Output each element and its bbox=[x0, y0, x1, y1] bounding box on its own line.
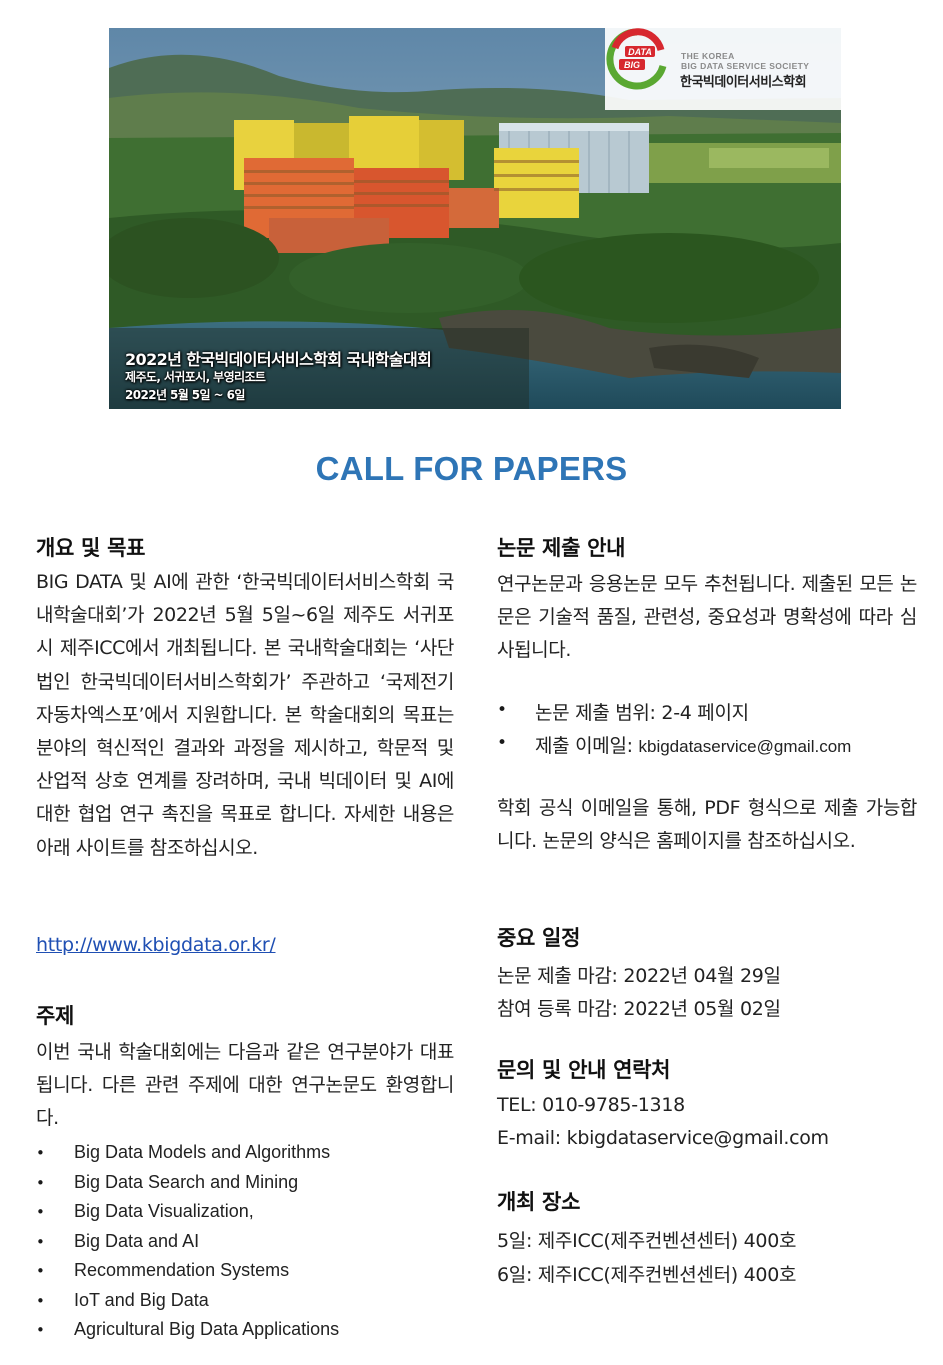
bullet-icon: • bbox=[36, 1173, 45, 1192]
overview-body: BIG DATA 및 AI에 관한 ‘한국빅데이터서비스학회 국내학술대회’가 … bbox=[36, 571, 454, 859]
topic-text: Big Data Search and Mining bbox=[74, 1171, 299, 1192]
list-item: • 논문 제출 범위: 2-4 페이지 bbox=[497, 700, 917, 733]
logo-mark-top-text: DATA bbox=[628, 47, 652, 57]
bullet-icon: • bbox=[36, 1203, 45, 1221]
topic-text: Agricultural Big Data Applications bbox=[74, 1319, 340, 1339]
overview-heading: 개요 및 목표 bbox=[36, 536, 146, 560]
list-item: • Recommendation Systems bbox=[36, 1260, 454, 1290]
page-title: CALL FOR PAPERS bbox=[315, 450, 628, 487]
submission-email-text: 제출 이메일: kbigdataservice@gmail.com bbox=[535, 731, 851, 758]
list-item: • Big Data Visualization, bbox=[36, 1201, 454, 1231]
logo-english-line1: THE KOREA bbox=[681, 51, 735, 61]
list-item: • 제출 이메일: kbigdataservice@gmail.com bbox=[497, 733, 917, 766]
logo-mark-bottom-text: BIG bbox=[624, 60, 640, 70]
deadline-paper: 논문 제출 마감: 2022년 04월 29일 bbox=[497, 965, 781, 987]
bullet-icon: • bbox=[36, 1321, 45, 1339]
submission-body-2: 학회 공식 이메일을 통해, PDF 형식으로 제출 가능합니다. 논문의 양식… bbox=[497, 797, 917, 853]
submission-email: kbigdataservice@gmail.com bbox=[638, 737, 852, 756]
deadline-registration: 참여 등록 마감: 2022년 05월 02일 bbox=[497, 998, 781, 1020]
list-item: • Big Data Search and Mining bbox=[36, 1172, 454, 1202]
hero-caption-date: 2022년 5월 5일 ~ 6일 bbox=[125, 388, 245, 402]
bullet-icon: • bbox=[36, 1262, 45, 1280]
contact-tel: TEL: 010-9785-1318 bbox=[497, 1094, 685, 1116]
bullet-icon: • bbox=[36, 1291, 45, 1310]
hero-caption-title: 2022년 한국빅데이터서비스학회 국내학술대회 bbox=[125, 350, 432, 369]
website-link[interactable]: http://www.kbigdata.or.kr/ bbox=[36, 934, 276, 956]
list-item: • Big Data and AI bbox=[36, 1231, 454, 1261]
hero-banner: DATA BIG THE KOREA BIG DATA SERVICE SOCI… bbox=[109, 28, 841, 409]
hero-caption-location: 제주도, 서귀포시, 부영리조트 bbox=[125, 370, 266, 384]
contact-heading: 문의 및 안내 연락처 bbox=[497, 1058, 671, 1082]
topics-list: • Big Data Models and Algorithms • Big Dat… bbox=[36, 1142, 454, 1349]
list-item: • Big Data Models and Algorithms bbox=[36, 1142, 454, 1172]
venue-day6: 6일: 제주ICC(제주컨벤션센터) 400호 bbox=[497, 1264, 797, 1286]
submission-email-label: 제출 이메일: bbox=[535, 735, 639, 757]
society-logo: DATA BIG THE KOREA BIG DATA SERVICE SOCI… bbox=[605, 28, 841, 110]
list-item: • Agricultural Big Data Applications bbox=[36, 1319, 454, 1349]
big-data-logo-icon: DATA BIG bbox=[606, 28, 667, 90]
venue-day5: 5일: 제주ICC(제주컨벤션센터) 400호 bbox=[497, 1230, 797, 1252]
logo-english-line2: BIG DATA SERVICE SOCIETY bbox=[681, 61, 810, 71]
submission-body: 연구논문과 응용논문 모두 추천됩니다. 제출된 모든 논문은 기술적 품질, … bbox=[497, 573, 917, 662]
venue-heading: 개최 장소 bbox=[497, 1190, 581, 1214]
bullet-icon: • bbox=[36, 1144, 45, 1162]
topics-heading: 주제 bbox=[36, 1004, 75, 1028]
topic-text: Big Data and AI bbox=[74, 1230, 200, 1251]
dates-heading: 중요 일정 bbox=[497, 926, 581, 950]
logo-korean-name: 한국빅데이터서비스학회 bbox=[680, 75, 807, 90]
bullet-icon: • bbox=[36, 1232, 45, 1251]
topic-text: Big Data Models and Algorithms bbox=[74, 1142, 331, 1162]
list-item: • IoT and Big Data bbox=[36, 1290, 454, 1320]
topics-body: 이번 국내 학술대회에는 다음과 같은 연구분야가 대표됩니다. 다른 관련 주… bbox=[36, 1041, 454, 1130]
bullet-icon: • bbox=[497, 700, 508, 720]
page-range-text: 논문 제출 범위: 2-4 페이지 bbox=[535, 702, 749, 724]
contact-email: E-mail: kbigdataservice@gmail.com bbox=[497, 1127, 829, 1149]
topic-text: IoT and Big Data bbox=[74, 1289, 209, 1310]
topic-text: Recommendation Systems bbox=[74, 1260, 290, 1280]
bullet-icon: • bbox=[497, 733, 508, 753]
submission-heading: 논문 제출 안내 bbox=[497, 536, 626, 560]
topic-text: Big Data Visualization, bbox=[74, 1201, 254, 1221]
submission-list: • 논문 제출 범위: 2-4 페이지 • 제출 이메일: kbigdataserv… bbox=[497, 700, 917, 766]
